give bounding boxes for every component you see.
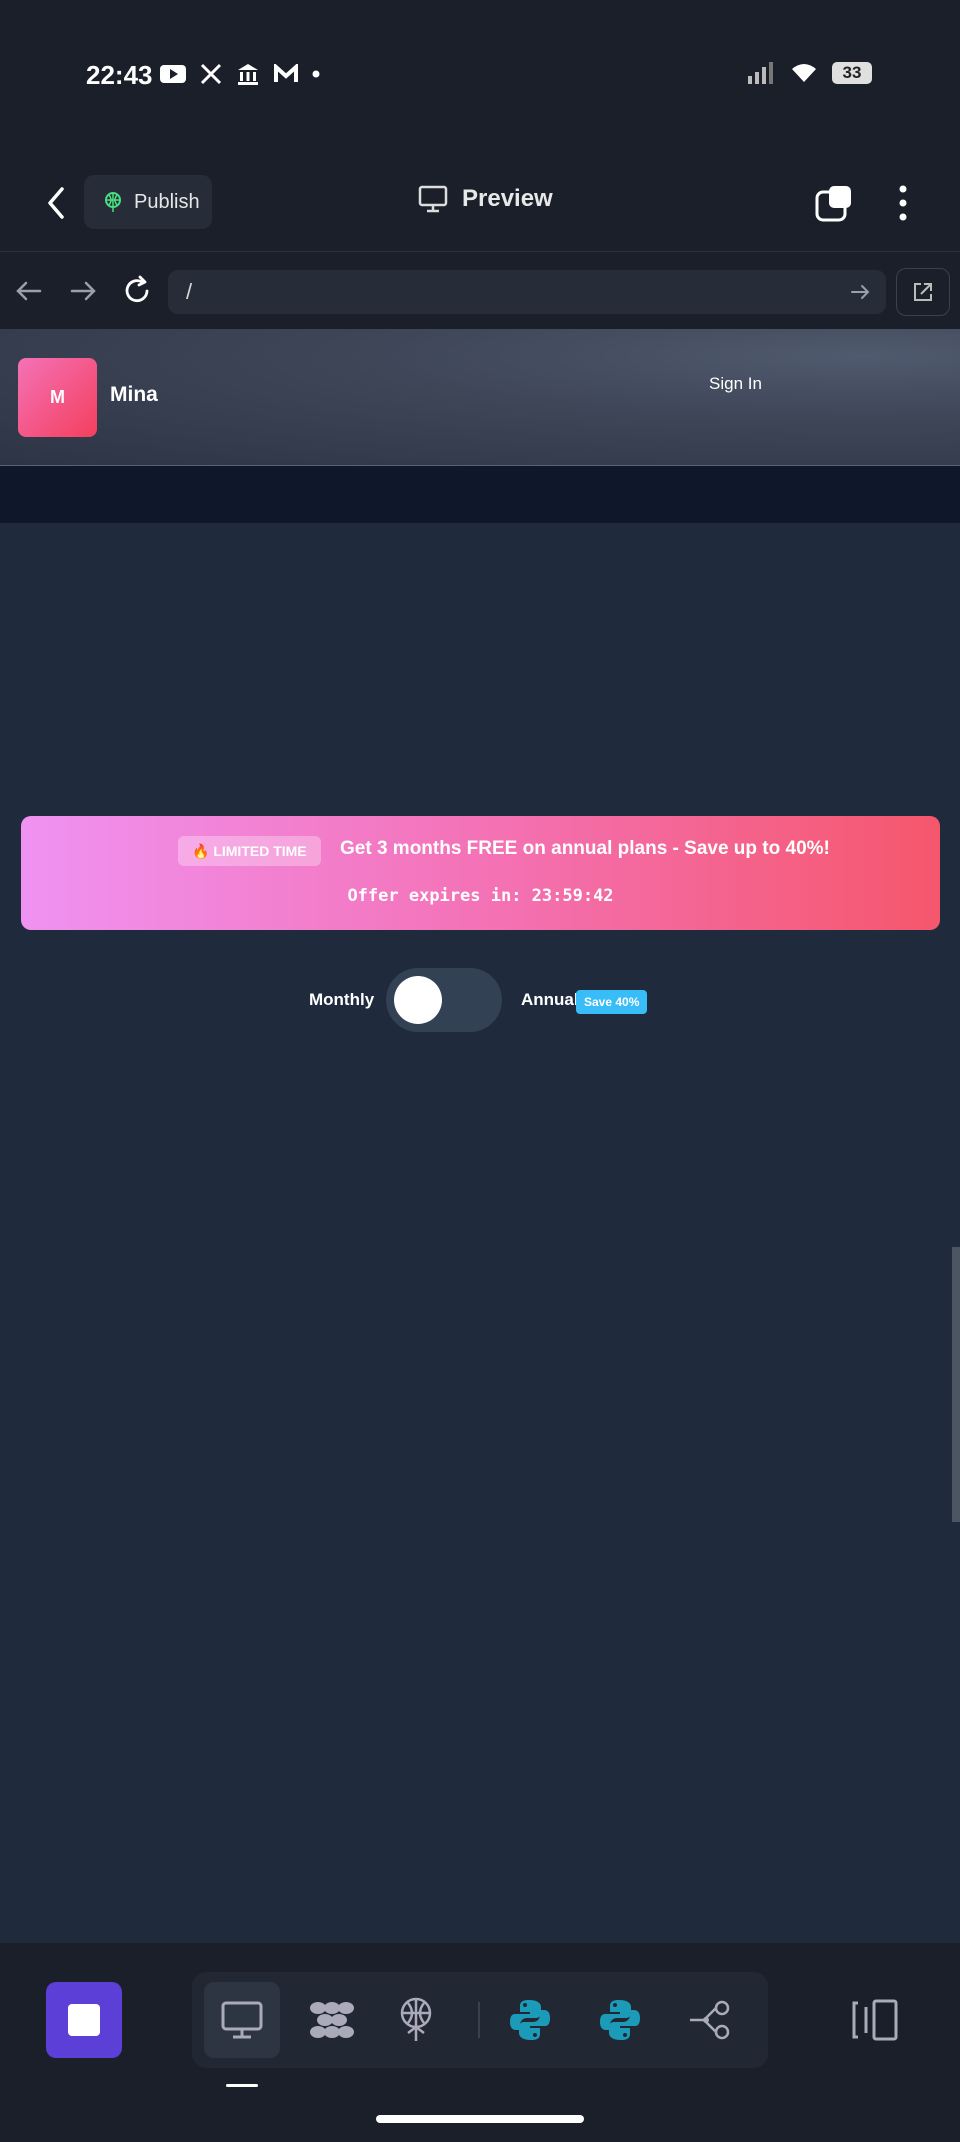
python-icon [510,2000,550,2040]
wifi-icon [792,64,816,82]
system-icons: 33 [748,62,872,84]
url-input[interactable]: / [168,270,886,314]
toggle-knob [394,976,442,1024]
sign-in-link[interactable]: Sign In [709,372,769,396]
app-header: Publish Preview [0,155,960,251]
more-menu-button[interactable] [888,183,918,223]
preview-title: Preview [418,185,553,213]
toolbar-divider [478,2002,480,2038]
billing-toggle[interactable] [386,968,502,1032]
open-external-button[interactable] [896,268,950,316]
scrollbar-thumb[interactable] [952,1247,960,1522]
youtube-icon [160,65,186,83]
deploy-icon [400,1997,432,2041]
go-arrow-icon[interactable] [848,280,872,304]
hero-band [0,466,960,523]
tool-desktop[interactable] [204,1982,280,2058]
tool-deploy[interactable] [378,1982,454,2058]
promo-banner: 🔥 LIMITED TIME Get 3 months FREE on annu… [21,816,940,930]
bank-icon [238,64,258,85]
annual-label[interactable]: Annual [521,990,579,1010]
m-icon [274,64,298,82]
preview-label: Preview [462,185,553,212]
save-badge: Save 40% [576,990,648,1014]
python-icon [600,2000,640,2040]
brand-name[interactable]: Mina [110,383,158,407]
home-indicator [376,2115,584,2123]
external-link-icon [914,283,932,301]
side-panel-toggle-icon[interactable] [850,1997,900,2043]
back-button[interactable] [38,183,72,223]
url-text: / [186,279,193,304]
deploy-icon [105,192,121,212]
status-time: 22:43 [86,60,153,90]
publish-label: Publish [134,190,200,213]
limited-time-badge: 🔥 LIMITED TIME [178,836,321,866]
tool-group [192,1972,768,2068]
tabs-button[interactable] [814,183,854,223]
browser-back-icon[interactable] [12,274,46,308]
dot-icon [312,70,320,78]
offer-countdown: Offer expires in: 23:59:42 [347,886,614,906]
monthly-label[interactable]: Monthly [309,990,374,1010]
signal-icon [748,62,773,84]
tool-python-2[interactable] [582,1982,658,2058]
x-icon [200,63,222,85]
notification-icons [160,62,320,86]
stop-button[interactable] [46,1982,122,2058]
status-bar: 22:43 33 [0,0,960,155]
site-logo[interactable]: M [18,358,97,437]
desktop-icon [221,2001,263,2039]
publish-button[interactable]: Publish [84,175,212,229]
browser-toolbar: / [0,251,960,330]
workflow-icon [690,2000,730,2040]
reload-icon[interactable] [120,274,154,308]
tool-python-1[interactable] [492,1982,568,2058]
billing-toggle-row: Monthly Annual Save 40% [0,966,960,1036]
tool-workflow[interactable] [672,1982,748,2058]
site-navbar: M Mina Sign In [0,329,960,466]
battery-icon: 33 [832,62,872,84]
integrations-icon [310,2002,354,2038]
active-tool-indicator [226,2084,258,2087]
bottom-toolbar [0,1943,960,2142]
stop-icon [68,2004,100,2036]
browser-forward-icon[interactable] [66,274,100,308]
tool-integrations[interactable] [294,1982,370,2058]
promo-headline: Get 3 months FREE on annual plans - Save… [340,838,830,859]
monitor-icon [418,185,448,213]
